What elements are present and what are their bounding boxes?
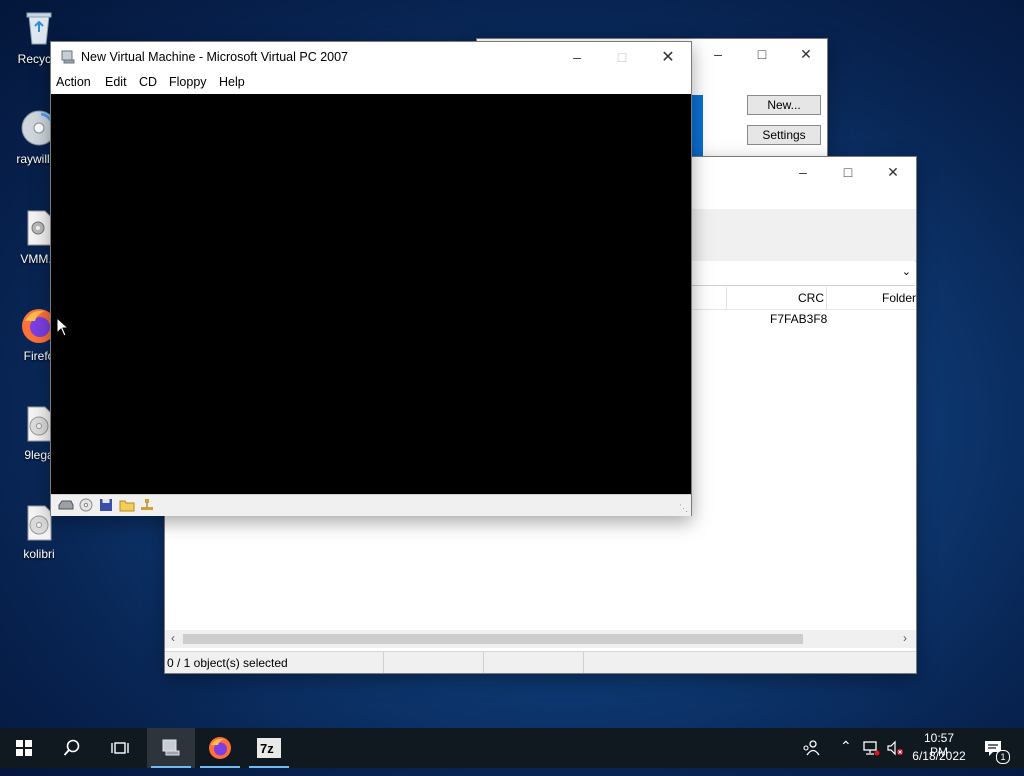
firefox-icon xyxy=(209,737,231,759)
window-title: New Virtual Machine - Microsoft Virtual … xyxy=(81,50,349,64)
status-text: 0 / 1 object(s) selected xyxy=(167,656,288,670)
close-button[interactable]: ✕ xyxy=(870,157,916,188)
chevron-up-icon[interactable]: ⌃ xyxy=(840,738,852,755)
minimize-button[interactable]: – xyxy=(695,39,741,70)
new-vm-button[interactable]: New... xyxy=(747,95,821,115)
column-headers: CRC Folder xyxy=(690,287,916,310)
7zip-icon: 7z xyxy=(257,738,281,758)
menu-help[interactable]: Help xyxy=(219,75,245,89)
menu-edit[interactable]: Edit xyxy=(105,75,127,89)
table-row[interactable]: F7FAB3F8 xyxy=(690,309,916,329)
svg-text:7z: 7z xyxy=(260,741,274,756)
scroll-right-icon[interactable]: › xyxy=(903,631,907,645)
minimize-button[interactable]: – xyxy=(554,42,600,73)
crc-cell: F7FAB3F8 xyxy=(770,312,828,326)
people-icon[interactable] xyxy=(802,739,820,760)
hard-disk-icon[interactable] xyxy=(58,499,74,514)
menu-bar: Action Edit CD Floppy Help xyxy=(51,73,691,93)
notification-badge: 1 xyxy=(996,750,1010,764)
status-bar: 0 / 1 object(s) selected xyxy=(165,651,916,673)
virtual-pc-icon xyxy=(162,739,180,756)
search-icon xyxy=(63,739,80,756)
maximize-button[interactable]: □ xyxy=(599,42,645,73)
minimize-button[interactable]: – xyxy=(780,157,826,188)
scroll-left-icon[interactable]: ‹ xyxy=(171,631,175,645)
title-bar[interactable]: New Virtual Machine - Microsoft Virtual … xyxy=(51,42,691,73)
resize-grip-icon[interactable]: ⋱ xyxy=(679,503,688,514)
clock-date[interactable]: 6/18/2022 xyxy=(910,749,968,763)
vm-display[interactable] xyxy=(51,94,691,494)
column-header-crc[interactable]: CRC xyxy=(798,291,824,305)
vm-status-bar: ⋱ xyxy=(51,494,691,516)
desktop-icon-label: kolibri xyxy=(23,547,55,561)
maximize-button[interactable]: □ xyxy=(825,157,871,188)
shared-folder-icon[interactable] xyxy=(119,498,135,515)
scrollbar-thumb[interactable] xyxy=(183,634,803,644)
menu-cd[interactable]: CD xyxy=(139,75,157,89)
chevron-down-icon[interactable]: ⌄ xyxy=(902,265,911,278)
taskbar: 7z ⌃ 10:57 PM 6/18/2022 1 xyxy=(0,728,1024,768)
task-view-icon xyxy=(111,742,129,754)
settings-button[interactable]: Settings xyxy=(747,125,821,145)
close-button[interactable]: ✕ xyxy=(645,42,691,73)
taskbar-7zip[interactable]: 7z xyxy=(245,728,293,768)
maximize-button[interactable]: □ xyxy=(739,39,785,70)
volume-muted-icon[interactable] xyxy=(886,739,904,760)
virtual-pc-icon xyxy=(60,49,76,68)
taskbar-firefox[interactable] xyxy=(196,728,244,768)
horizontal-scrollbar[interactable]: ‹ › xyxy=(165,630,916,648)
mouse-cursor-icon xyxy=(56,316,70,340)
start-button[interactable] xyxy=(0,728,48,768)
search-button[interactable] xyxy=(48,728,96,768)
close-button[interactable]: ✕ xyxy=(783,39,827,70)
network-icon[interactable] xyxy=(862,739,880,760)
cd-drive-icon[interactable] xyxy=(79,498,93,515)
menu-action[interactable]: Action xyxy=(56,75,91,89)
network-icon[interactable] xyxy=(139,498,155,515)
windows-logo-icon xyxy=(16,740,32,756)
taskbar-virtual-pc[interactable] xyxy=(147,728,195,768)
task-view-button[interactable] xyxy=(96,728,144,768)
virtual-pc-window: New Virtual Machine - Microsoft Virtual … xyxy=(50,41,692,516)
menu-floppy[interactable]: Floppy xyxy=(169,75,207,89)
address-bar[interactable]: ⌄ xyxy=(685,261,915,286)
column-header-folder[interactable]: Folder xyxy=(882,291,916,305)
floppy-icon[interactable] xyxy=(99,498,113,515)
